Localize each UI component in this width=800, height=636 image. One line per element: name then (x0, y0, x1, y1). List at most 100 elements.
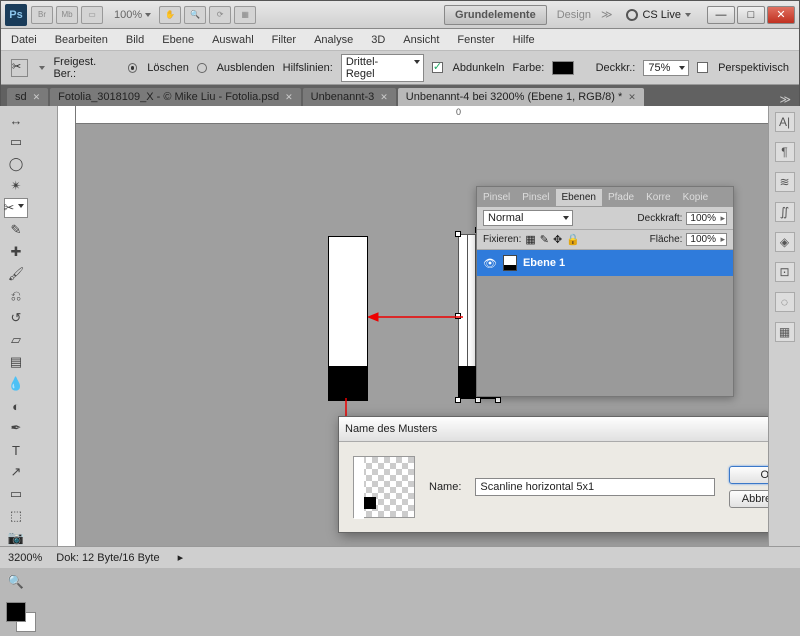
lock-all-icon[interactable]: 🔒 (566, 233, 580, 246)
menu-auswahl[interactable]: Auswahl (212, 34, 254, 46)
heal-tool-icon[interactable]: ✚ (4, 242, 28, 262)
zoom-icon[interactable]: 🔍 (184, 6, 206, 24)
lasso-tool-icon[interactable]: ◯ (4, 154, 28, 174)
transform-handle[interactable] (455, 397, 461, 403)
ok-button[interactable]: OK (729, 466, 768, 484)
path-tool-icon[interactable]: ↗ (4, 462, 28, 482)
status-zoom[interactable]: 3200% (8, 552, 42, 564)
doc-tab-1[interactable]: Fotolia_3018109_X - © Mike Liu - Fotolia… (50, 88, 300, 106)
paragraph-panel-icon[interactable]: ¶ (775, 142, 795, 162)
dialog-titlebar[interactable]: Name des Musters ✕ (339, 417, 768, 442)
close-icon[interactable]: ✕ (380, 92, 388, 103)
dodge-tool-icon[interactable]: ◐ (4, 396, 28, 416)
layers-panel[interactable]: Pinsel Pinsel Ebenen Pfade Korre Kopie N… (476, 186, 734, 397)
menu-3d[interactable]: 3D (371, 34, 385, 46)
darken-checkbox[interactable] (432, 62, 443, 73)
gradient-tool-icon[interactable]: ▤ (4, 352, 28, 372)
tabs-overflow-icon[interactable]: ≫ (779, 93, 791, 106)
radio-delete[interactable] (128, 63, 138, 73)
crop-tool-icon[interactable]: ✂ (4, 198, 28, 218)
arrange-icon[interactable]: ▦ (234, 6, 256, 24)
clone-panel-icon[interactable]: ∬ (775, 202, 795, 222)
layers-panel-icon[interactable]: ◈ (775, 232, 795, 252)
menu-analyse[interactable]: Analyse (314, 34, 353, 46)
perspective-checkbox[interactable] (697, 62, 708, 73)
menu-ansicht[interactable]: Ansicht (403, 34, 439, 46)
wand-tool-icon[interactable]: ✴ (4, 176, 28, 196)
layers-empty-area[interactable] (477, 276, 733, 396)
canvas-area[interactable]: 0 Pinsel Pinsel Ebenen Pfade Korre Kopie (58, 106, 768, 546)
paths-panel-icon[interactable]: ◌ (775, 292, 795, 312)
hand-icon[interactable]: ✋ (159, 6, 181, 24)
shape-tool-icon[interactable]: ▭ (4, 484, 28, 504)
close-icon[interactable]: ✕ (628, 92, 636, 103)
blend-mode-select[interactable]: Normal (483, 210, 573, 226)
panel-tab-pinsel[interactable]: Pinsel (477, 189, 516, 206)
radio-hide[interactable] (197, 63, 207, 73)
bridge-badge[interactable]: Br (31, 6, 53, 24)
cs-live-button[interactable]: CS Live (626, 9, 691, 21)
blur-tool-icon[interactable]: 💧 (4, 374, 28, 394)
close-icon[interactable]: ✕ (33, 92, 41, 103)
opacity-value[interactable]: 100% (686, 212, 727, 225)
cancel-button[interactable]: Abbrechen (729, 490, 768, 508)
camera-tool-icon[interactable]: 📷 (4, 528, 28, 548)
marquee-tool-icon[interactable]: ▭ (4, 132, 28, 152)
transform-handle[interactable] (455, 231, 461, 237)
workspace-secondary-label[interactable]: Design (557, 9, 591, 21)
menu-bild[interactable]: Bild (126, 34, 144, 46)
panel-tab-pfade[interactable]: Pfade (602, 189, 640, 206)
history-brush-icon[interactable]: ↺ (4, 308, 28, 328)
doc-tab-0[interactable]: sd✕ (7, 88, 48, 106)
lock-position-icon[interactable]: ✥ (553, 233, 562, 246)
panel-tab-korre[interactable]: Korre (640, 189, 676, 206)
character-panel-icon[interactable]: A| (775, 112, 795, 132)
brush-panel-icon[interactable]: ≋ (775, 172, 795, 192)
menu-ebene[interactable]: Ebene (162, 34, 194, 46)
brush-tool-icon[interactable]: 🖌 (4, 264, 28, 284)
visibility-icon[interactable]: 👁 (483, 257, 497, 270)
menu-hilfe[interactable]: Hilfe (513, 34, 535, 46)
channels-panel-icon[interactable]: ⊡ (775, 262, 795, 282)
eraser-tool-icon[interactable]: ▱ (4, 330, 28, 350)
type-tool-icon[interactable]: T (4, 440, 28, 460)
close-button[interactable]: ✕ (767, 6, 795, 24)
eyedrop-tool-icon[interactable]: ✎ (4, 220, 28, 240)
transform-handle[interactable] (495, 397, 501, 403)
guides-select[interactable]: Drittel-Regel (341, 54, 424, 82)
close-icon[interactable]: ✕ (285, 92, 293, 103)
pattern-name-input[interactable] (475, 478, 715, 496)
screen-mode-icon[interactable]: ▭ (81, 6, 103, 24)
chevron-right-icon[interactable]: ▸ (178, 551, 184, 564)
transform-handle[interactable] (475, 397, 481, 403)
move-tool-icon[interactable]: ↔ (4, 110, 28, 130)
menu-bearbeiten[interactable]: Bearbeiten (55, 34, 108, 46)
zoom-tool-icon[interactable]: 🔍 (4, 572, 28, 592)
doc-tab-2[interactable]: Unbenannt-3✕ (303, 88, 396, 106)
3d-tool-icon[interactable]: ⬚ (4, 506, 28, 526)
layer-thumbnail[interactable] (503, 255, 517, 271)
opacity-select[interactable]: 75% (643, 60, 689, 76)
rotate-icon[interactable]: ⟳ (209, 6, 231, 24)
menu-datei[interactable]: Datei (11, 34, 37, 46)
panel-tab-ebenen[interactable]: Ebenen (556, 189, 602, 206)
fg-bg-colors[interactable] (4, 600, 44, 636)
ruler-vertical[interactable] (58, 106, 76, 546)
swatches-panel-icon[interactable]: ▦ (775, 322, 795, 342)
workspace-primary-button[interactable]: Grundelemente (444, 5, 547, 25)
layer-row[interactable]: 👁 Ebene 1 (477, 250, 733, 276)
lock-transparency-icon[interactable]: ▦ (525, 233, 535, 246)
ruler-horizontal[interactable]: 0 (76, 106, 768, 124)
pen-tool-icon[interactable]: ✒ (4, 418, 28, 438)
panel-tab-kopie[interactable]: Kopie (677, 189, 715, 206)
menu-filter[interactable]: Filter (272, 34, 296, 46)
zoom-select[interactable]: 100% (114, 9, 151, 21)
status-doc-size[interactable]: Dok: 12 Byte/16 Byte (56, 552, 159, 564)
stamp-tool-icon[interactable]: ⎌ (4, 286, 28, 306)
color-swatch[interactable] (552, 61, 573, 75)
fill-value[interactable]: 100% (686, 233, 727, 246)
panel-tab-pinsel2[interactable]: Pinsel (516, 189, 555, 206)
menu-fenster[interactable]: Fenster (457, 34, 494, 46)
lock-pixels-icon[interactable]: ✎ (540, 233, 549, 246)
maximize-button[interactable]: □ (737, 6, 765, 24)
